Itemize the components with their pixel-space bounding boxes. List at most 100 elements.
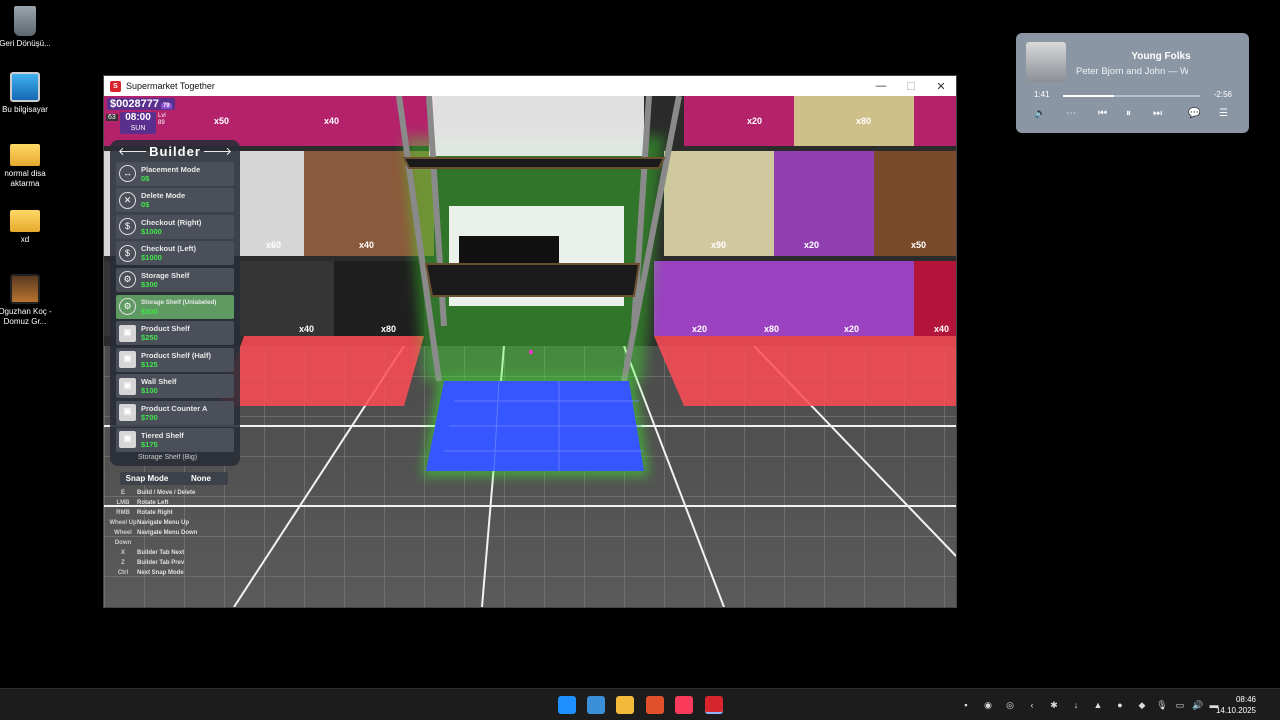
builder-item-text: Product Shelf (Half) $125 [141,351,211,369]
tray-icon[interactable]: ↓ [1070,699,1082,711]
tray-icon[interactable]: ● [1114,699,1126,711]
minimize-button[interactable]: — [866,80,896,92]
builder-item[interactable]: ▣ Product Shelf (Half) $125 [116,347,234,372]
remaining-time: -2:56 [1213,90,1232,99]
window-title: Supermarket Together [126,81,215,91]
keybind-key: RMB [116,510,130,516]
maximize-button[interactable]: ☐ [896,80,926,93]
builder-item-text: Product Counter A $700 [141,404,207,422]
keybind-row: E Build / Move / Delete [109,488,197,498]
tray-icon[interactable]: ◉ [982,699,994,711]
song-artist: Peter Bjorn and John — Writer's Block [1076,66,1188,77]
volume-icon[interactable]: 🔊 [1192,699,1204,711]
queue-icon[interactable]: ☰ [1219,108,1228,119]
keybind-key: LMB [116,500,130,506]
desktop-icon-folder-export[interactable]: normal disa aktarma [0,138,53,189]
nvidia-tray-icon[interactable]: ▪ [960,699,972,711]
builder-item-text: Delete Mode 0$ [141,191,185,209]
photos-app-icon[interactable] [587,696,605,714]
elapsed-time: 1:41 [1034,90,1050,99]
music-app-icon[interactable] [675,696,693,714]
file-explorer-icon[interactable] [616,696,634,714]
tray-icon[interactable]: ▲ [1092,699,1104,711]
builder-item-text: Product Shelf $250 [141,324,190,342]
builder-item-name: Tiered Shelf [141,430,184,440]
builder-panel: 🡐 Builder 🡒 ↔ Placement Mode 0$ ✕ Delete Mod… [110,140,240,466]
builder-item[interactable]: ▣ Product Counter A $700 [116,400,234,425]
steam-tray-icon[interactable]: ◎ [1004,699,1016,711]
previous-track-icon[interactable]: ⏮ [1098,108,1107,119]
builder-item[interactable]: ⚙ Storage Shelf $300 [116,267,234,292]
media-flyout[interactable]: Young Folks Peter Bjorn and John — Write… [1016,33,1249,133]
builder-item[interactable]: $ Checkout (Right) $1000 [116,214,234,239]
scene-label: x80 [856,116,871,126]
builder-item[interactable]: ⚙ Storage Shelf (Unlabeled) $300 [116,294,234,319]
builder-item-text: Storage Shelf $300 [141,271,189,289]
desktop-icon-this-pc[interactable]: Bu bilgisayar [0,72,53,115]
volume-icon[interactable]: 🔈 [1034,108,1046,119]
tray-icon[interactable]: ◆ [1136,699,1148,711]
snap-mode-bar[interactable]: Snap Mode None [120,472,228,485]
builder-item-price: $1000 [141,226,162,236]
tray-icon[interactable]: ‹ [1026,699,1038,711]
song-title: Young Folks [1131,51,1191,62]
keybind-help: E Build / Move / Delete LMB Rotate Left RMB R… [109,488,197,578]
player-level-value: 89 [158,120,165,126]
builder-item-partial[interactable]: Storage Shelf (Big) [138,454,232,462]
builder-item-icon: ⚙ [119,271,136,289]
desktop-icon-recycle-bin[interactable]: Geri Dönüşü... [0,6,53,49]
network-icon[interactable]: ▭ [1174,699,1186,711]
game-window[interactable]: S Supermarket Together — ☐ ✕ x50 x40 x20… [103,75,957,608]
builder-item-price: $1000 [141,253,162,263]
builder-item-name: Product Shelf [141,324,190,334]
builder-item-price: $100 [141,386,158,396]
player-level: Lvl 89 [158,113,166,127]
keybind-action: Rotate Left [137,500,169,506]
more-options-icon[interactable]: ⋯ [1066,108,1076,119]
next-track-icon[interactable]: ⏭ [1153,108,1162,119]
progress-bar[interactable] [1063,95,1200,97]
keybind-key: Wheel Down [114,530,132,546]
folder-icon [10,144,40,166]
supermarket-together-taskbar-icon[interactable] [705,696,723,714]
keybind-row: RMB Rotate Right [109,508,197,518]
builder-item-icon: ⚙ [119,298,136,316]
lyrics-icon[interactable]: 💬 [1188,108,1200,119]
builder-item[interactable]: ▣ Tiered Shelf $175 [116,427,234,452]
tray-icon[interactable]: ✱ [1048,699,1060,711]
builder-item[interactable]: ▣ Wall Shelf $100 [116,374,234,399]
builder-item[interactable]: ↔ Placement Mode 0$ [116,161,234,186]
builder-item[interactable]: ✕ Delete Mode 0$ [116,188,234,213]
desktop-icon-label: Oguzhan Koç - Domuz Gr... [0,307,52,326]
builder-next-arrow-icon[interactable]: 🡒 [202,144,232,158]
builder-item-price: $125 [141,359,158,369]
builder-item-name: Wall Shelf [141,377,177,387]
app-icon: S [110,80,121,92]
window-titlebar[interactable]: S Supermarket Together — ☐ ✕ [104,76,956,96]
builder-item-name: Delete Mode [141,191,186,201]
keybind-key: X [120,550,125,556]
keybind-key: E [120,490,125,496]
microphone-icon[interactable]: 🎙 [1156,699,1168,711]
keybind-row: X Builder Tab Next [109,548,197,558]
builder-item[interactable]: ▣ Product Shelf $250 [116,321,234,346]
scene-label: x60 [266,240,281,250]
start-button-icon[interactable] [558,696,576,714]
builder-item-icon: $ [119,218,136,236]
scene-label: x50 [911,240,926,250]
level-badge: 63 [106,114,118,121]
desktop-icon-label: normal disa aktarma [4,169,46,188]
keybind-row: Wheel Down Navigate Menu Down [109,528,197,548]
taskbar-clock[interactable]: 08:46 14.10.2025 [1216,694,1256,716]
close-button[interactable]: ✕ [926,80,956,93]
brave-browser-icon[interactable] [646,696,664,714]
scene-label: x90 [711,240,726,250]
builder-item-text: Tiered Shelf $175 [141,431,184,449]
builder-item-text: Checkout (Right) $1000 [141,218,201,236]
game-viewport[interactable]: x50 x40 x20 x80 x60 x40 x90 x20 x50 x40 … [104,96,956,607]
pause-icon[interactable]: ⏸ [1126,108,1131,119]
builder-item[interactable]: $ Checkout (Left) $1000 [116,241,234,266]
desktop-icon-video[interactable]: Oguzhan Koç - Domuz Gr... [0,274,53,327]
builder-prev-arrow-icon[interactable]: 🡐 [118,144,148,158]
desktop-icon-folder-xd[interactable]: xd [0,204,53,245]
